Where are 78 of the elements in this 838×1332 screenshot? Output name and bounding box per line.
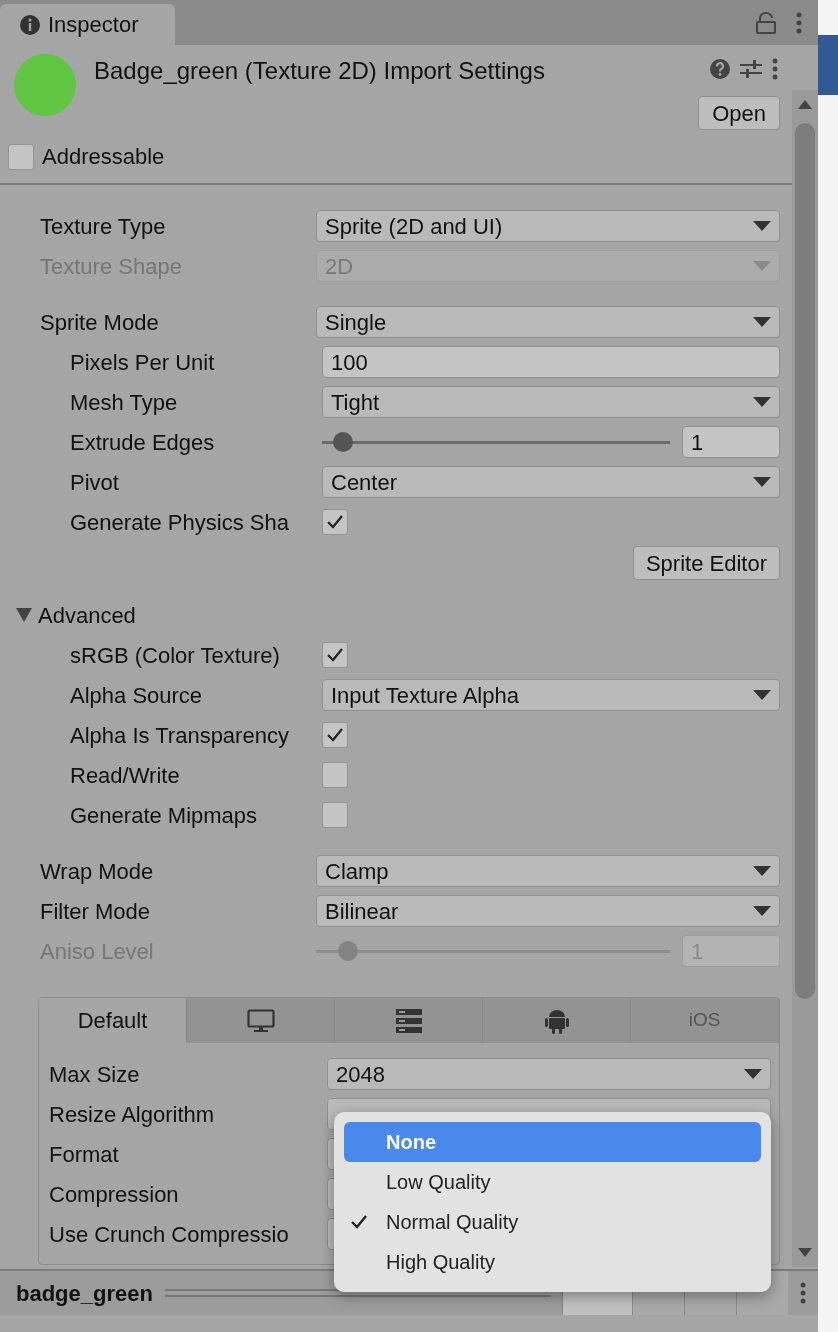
field-label: Format: [49, 1141, 119, 1167]
input-field[interactable]: 100: [322, 346, 780, 378]
dropdown[interactable]: Center: [322, 466, 780, 498]
field-label: Alpha Source: [70, 682, 203, 708]
field-label: Extrude Edges: [70, 429, 215, 455]
checkbox[interactable]: [8, 143, 34, 170]
field-label: Pixels Per Unit: [70, 349, 215, 375]
field-label: Generate Mipmaps: [70, 802, 258, 828]
help-icon[interactable]: [710, 59, 730, 79]
menu-item[interactable]: High Quality: [344, 1242, 761, 1282]
field-label: sRGB (Color Texture): [70, 642, 280, 668]
caret-icon: [753, 477, 771, 487]
info-icon: [20, 14, 40, 35]
caret-icon: [753, 866, 771, 876]
field-label: Compression: [49, 1181, 179, 1207]
inspector-title: Badge_green (Texture 2D) Import Settings: [94, 56, 545, 86]
open-button[interactable]: Open: [698, 96, 780, 130]
android-icon: [544, 1007, 569, 1034]
dropdown[interactable]: Tight: [322, 386, 780, 418]
field-label: Wrap Mode: [40, 858, 154, 884]
checkbox[interactable]: [322, 762, 348, 788]
checkmark-icon: [350, 1214, 368, 1230]
sprite-editor-button[interactable]: Sprite Editor: [632, 546, 780, 580]
checkmark-icon: [326, 514, 344, 530]
field-label: Pivot: [70, 469, 119, 495]
caret-icon: [753, 317, 771, 327]
field-label: Sprite Mode: [40, 309, 159, 335]
dropdown[interactable]: Clamp: [316, 855, 780, 887]
server-icon: [395, 1008, 422, 1033]
checkbox[interactable]: [322, 509, 348, 535]
caret-icon: [753, 906, 771, 916]
slider-track[interactable]: [316, 940, 670, 962]
scroll-down-icon[interactable]: [798, 1248, 812, 1257]
dropdown[interactable]: Sprite (2D and UI): [316, 210, 780, 242]
checkbox[interactable]: [322, 802, 348, 828]
caret-icon: [753, 221, 771, 231]
foldout-toggle[interactable]: Advanced: [16, 598, 136, 632]
field-label: Mesh Type: [70, 389, 178, 415]
scrollbar[interactable]: [792, 90, 818, 1267]
monitor-icon: [246, 1008, 275, 1033]
triangle-icon: [16, 608, 32, 622]
field-label: Generate Physics Sha: [70, 509, 289, 535]
dropdown[interactable]: 2048: [327, 1058, 771, 1090]
checkmark-icon: [326, 727, 344, 743]
dropdown[interactable]: Single: [316, 306, 780, 338]
input-field[interactable]: 1: [682, 426, 780, 458]
platform-tab[interactable]: Default: [39, 998, 187, 1043]
menu-item[interactable]: Low Quality: [344, 1162, 761, 1202]
field-label: Max Size: [49, 1061, 140, 1087]
inspector-tab[interactable]: Inspector: [0, 4, 175, 45]
field-label: Use Crunch Compressio: [49, 1221, 289, 1247]
checkbox[interactable]: [322, 722, 348, 748]
more-icon[interactable]: [772, 58, 778, 80]
dropdown[interactable]: Bilinear: [316, 895, 780, 927]
more-icon[interactable]: [800, 1282, 806, 1304]
field-label: Resize Algorithm: [49, 1101, 215, 1127]
field-label: Filter Mode: [40, 898, 151, 924]
addressable-label: Addressable: [42, 143, 165, 171]
caret-icon: [753, 397, 771, 407]
slider-track[interactable]: [322, 431, 670, 453]
field-label: Texture Type: [40, 213, 166, 239]
foldout-label: Advanced: [38, 601, 136, 630]
caret-icon: [753, 261, 771, 271]
preview-name: badge_green: [16, 1279, 153, 1308]
caret-icon: [753, 690, 771, 700]
scrollbar-thumb[interactable]: [795, 123, 815, 999]
lock-icon[interactable]: [756, 11, 776, 34]
caret-icon: [744, 1069, 762, 1079]
more-icon[interactable]: [796, 11, 802, 34]
checkmark-icon: [326, 647, 344, 663]
field-label: Read/Write: [70, 762, 180, 788]
field-label: Alpha Is Transparency: [70, 722, 289, 748]
menu-item[interactable]: Normal Quality: [344, 1202, 761, 1242]
sliders-icon[interactable]: [740, 59, 762, 79]
scroll-up-icon[interactable]: [798, 100, 812, 109]
checkbox[interactable]: [322, 642, 348, 668]
dropdown[interactable]: Input Texture Alpha: [322, 679, 780, 711]
slider-thumb[interactable]: [332, 432, 353, 452]
